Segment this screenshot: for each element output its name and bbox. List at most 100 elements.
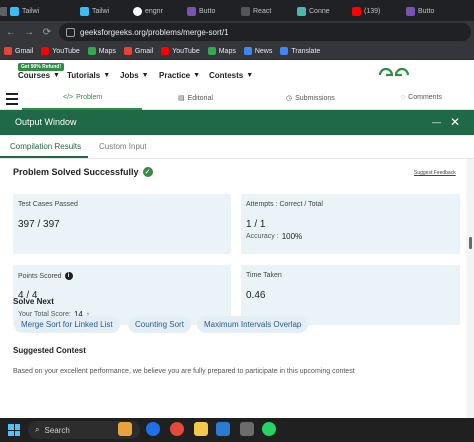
weather-widget-icon[interactable] [118,422,132,436]
browser-tab-strip: Tailwi Tailwi engnr Butto React Conne (1… [0,0,474,21]
back-icon[interactable]: ← [4,25,18,39]
gfg-logo[interactable] [378,67,410,83]
bookmark-maps[interactable]: Maps [207,47,236,55]
bookmark-maps[interactable]: Maps [87,47,116,55]
accuracy-row: Accuracy : 100% [246,232,302,241]
app-icon[interactable] [240,422,254,436]
bookmark-gmail[interactable]: Gmail [123,47,154,55]
browser-tab[interactable]: React [241,3,289,19]
card-label: Points Scored [18,272,62,280]
chevron-down-icon: ▼ [103,72,111,79]
output-subtabs: Compilation Results Custom Input [0,135,474,159]
browser-tab[interactable]: Tailwi [10,3,56,19]
nav-jobs[interactable]: Jobs ▼ [120,71,149,80]
browser-tab[interactable]: Tailwi [80,3,126,19]
vscode-icon[interactable] [216,422,230,436]
active-subtab-underline [0,156,88,158]
bookmark-label: Translate [291,47,321,55]
output-window-title: Output Window [15,117,77,127]
info-icon[interactable]: i [64,272,73,280]
bookmark-label: YouTube [172,47,200,55]
tab-comments[interactable]: ◌ Comments [401,94,442,101]
card-label: Test Cases Passed [18,201,78,208]
browser-tab[interactable] [0,3,7,19]
nav-contests[interactable]: Contests ▼ [209,71,253,80]
suggest-feedback-link[interactable]: Suggest Feedback [414,170,456,176]
windows-taskbar: ⌕ Search [0,418,474,442]
code-icon: </> [63,94,74,101]
forward-icon[interactable]: → [22,25,36,39]
windows-start-icon[interactable] [8,424,20,436]
browser-tab[interactable]: Conne [297,3,345,19]
status-heading: Problem Solved Successfully ✓ [13,167,153,177]
status-text: Problem Solved Successfully [13,167,139,177]
tab-submissions[interactable]: ◷ Submissions [286,94,335,103]
tab-compilation-results[interactable]: Compilation Results [10,142,81,151]
attempts-card: Attempts : Correct / Total 1 / 1 Accurac… [241,194,460,254]
tab-editorial[interactable]: ▤ Editorial [178,94,213,103]
comment-icon: ◌ [401,94,406,101]
bookmark-youtube[interactable]: YouTube [161,47,200,55]
refund-badge[interactable]: Get 90% Refund! [18,63,65,71]
gfg-top-nav: Get 90% Refund! Courses ▼ Tutorials ▼ Jobs… [0,60,474,88]
nav-courses[interactable]: Courses ▼ [18,71,60,80]
output-window-header: Output Window — ✕ [0,110,474,135]
tab-label: React [253,7,272,15]
browser-tab[interactable]: Butto [187,3,235,19]
tab-label: Conne [309,7,330,15]
youtube-icon [352,6,361,16]
site-info-icon[interactable] [66,27,75,37]
chrome-icon[interactable] [170,422,184,436]
scrollbar[interactable] [466,159,474,418]
solve-next-chip[interactable]: Maximum Intervals Overlap [197,316,309,333]
minimize-icon[interactable]: — [432,117,441,127]
browser-tab[interactable]: (139) [352,3,400,19]
reload-icon[interactable]: ⟳ [40,25,54,39]
tab-custom-input[interactable]: Custom Input [99,142,147,151]
card-label: Attempts : Correct / Total [246,201,323,208]
chevron-down-icon: ▼ [193,72,201,79]
bookmark-news[interactable]: News [243,47,272,55]
search-label: Search [44,425,70,435]
card-value: 1 / 1 [246,219,266,230]
news-icon [243,47,252,55]
bookmark-label: Gmail [15,47,34,55]
bookmark-label: Maps [218,47,236,55]
gmail-icon [123,47,132,55]
chevron-down-icon: ▼ [246,72,254,79]
tab-label: Tailwi [92,7,110,15]
nav-practice[interactable]: Practice ▼ [159,71,200,80]
bookmark-gmail[interactable]: Gmail [4,47,33,55]
bookmark-label: Gmail [134,47,154,55]
tab-label: Butto [199,7,216,15]
chevron-down-icon: ▼ [141,72,149,79]
scrollbar-thumb[interactable] [469,237,472,249]
whatsapp-icon[interactable] [262,422,276,436]
search-icon: ⌕ [35,425,40,434]
bootstrap-icon [406,6,415,16]
nav-label: Courses [18,71,51,80]
browser-tab[interactable]: Butto [406,3,454,19]
bookmark-translate[interactable]: Translate [280,47,320,55]
check-circle-icon: ✓ [142,167,153,177]
file-explorer-icon[interactable] [194,422,208,436]
tab-label: Comments [408,94,443,101]
solve-next-chip[interactable]: Counting Sort [128,316,191,333]
close-icon[interactable]: ✕ [450,115,460,129]
bookmark-youtube[interactable]: YouTube [41,47,80,55]
tab-label: Submissions [295,94,335,102]
nav-label: Practice [159,71,191,80]
solve-next-chip[interactable]: Merge Sort for Linked List [14,316,120,333]
browser-tab[interactable]: engnr [133,3,181,19]
chevron-down-icon: ▼ [53,72,60,79]
nav-tutorials[interactable]: Tutorials ▼ [67,71,110,80]
tab-label: Problem [76,94,103,101]
bootstrap-icon [187,6,196,16]
address-bar[interactable]: geeksforgeeks.org/problems/merge-sort/1 [59,23,471,41]
maps-icon [207,47,216,55]
edge-icon[interactable] [146,422,160,436]
card-label-row: Points Scored i [18,272,73,280]
problem-tab-bar: </> Problem ▤ Editorial ◷ Submissions ◌ Comm… [0,88,474,110]
hamburger-menu-icon[interactable] [6,93,18,105]
tab-problem[interactable]: </> Problem [63,94,102,101]
